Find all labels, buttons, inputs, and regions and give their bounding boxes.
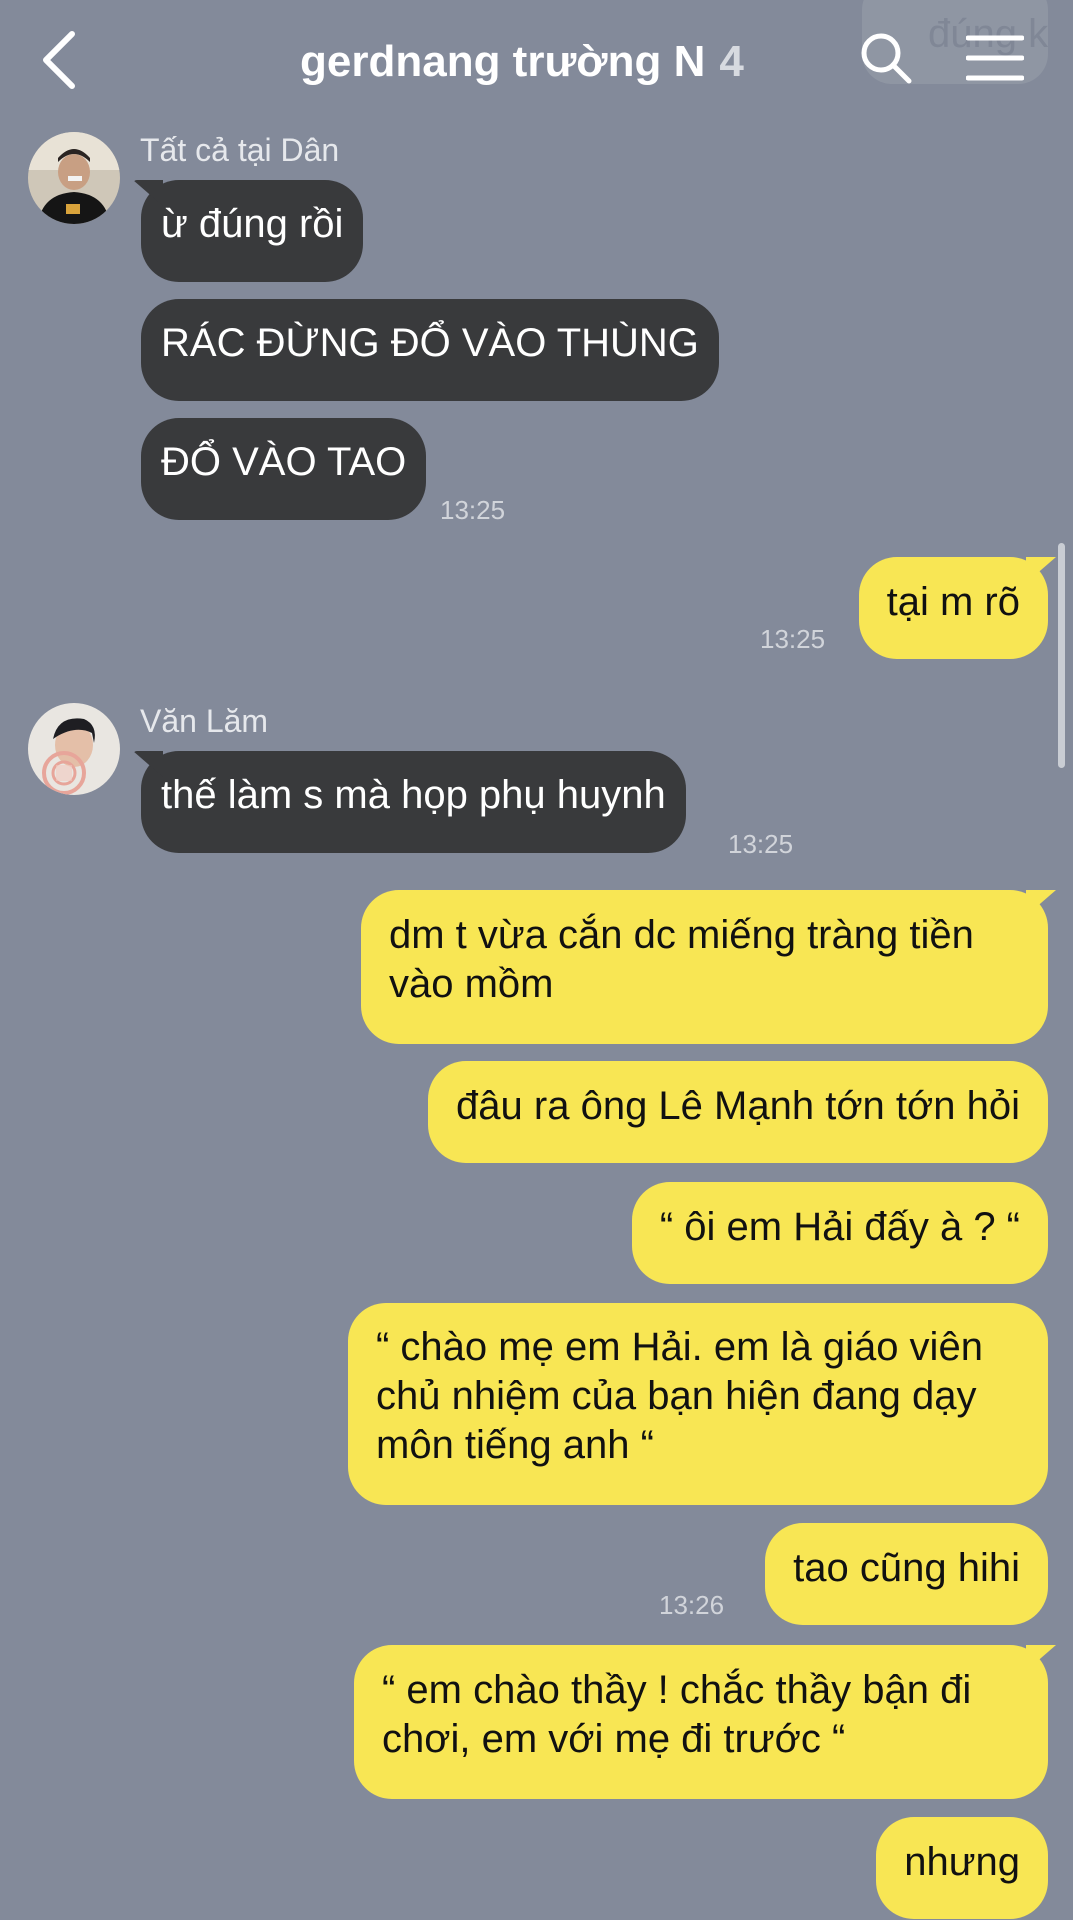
message-line: môn tiếng anh “ bbox=[376, 1423, 654, 1467]
chat-header: gerdnang trường N 4 bbox=[0, 0, 1073, 118]
message-line: dm t vừa cắn dc miếng tràng tiền bbox=[389, 913, 974, 957]
message-bubble-outgoing[interactable]: “ chào mẹ em Hải. em là giáo viên chủ nh… bbox=[348, 1303, 1048, 1505]
message-text: nhưng bbox=[904, 1840, 1020, 1884]
message-text: tao cũng hihi bbox=[793, 1546, 1020, 1590]
message-line: vào mồm bbox=[389, 962, 554, 1006]
chat-name: gerdnang trường N bbox=[300, 37, 706, 86]
message-text: “ ôi em Hải đấy à ? “ bbox=[659, 1205, 1020, 1249]
message-timestamp: 13:25 bbox=[440, 495, 506, 525]
user-photo-icon bbox=[28, 703, 120, 795]
menu-button[interactable] bbox=[965, 34, 1025, 82]
message-bubble-incoming[interactable]: ĐỔ VÀO TAO bbox=[141, 418, 427, 520]
hamburger-menu-icon bbox=[965, 35, 1025, 81]
message-bubble-outgoing[interactable]: tao cũng hihi bbox=[765, 1523, 1048, 1625]
message-line: “ em chào thầy ! chắc thầy bận đi bbox=[382, 1668, 972, 1712]
message-timestamp: 13:25 bbox=[728, 829, 794, 859]
chevron-left-icon bbox=[43, 31, 75, 89]
message-bubble-outgoing[interactable]: dm t vừa cắn dc miếng tràng tiền vào mồm bbox=[361, 890, 1048, 1044]
sender-name: Văn Lăm bbox=[140, 703, 269, 739]
message-timestamp: 13:26 bbox=[659, 1590, 725, 1620]
message-bubble-outgoing[interactable]: đâu ra ông Lê Mạnh tớn tớn hỏi bbox=[428, 1061, 1048, 1163]
message-bubble-incoming[interactable]: ừ đúng rồi bbox=[141, 180, 364, 282]
message-timestamp: 13:25 bbox=[760, 624, 826, 654]
message-text: RÁC ĐỪNG ĐỔ VÀO THÙNG bbox=[161, 321, 699, 365]
message-line: chủ nhiệm của bạn hiện đang dạy bbox=[376, 1374, 977, 1418]
user-photo-icon bbox=[28, 132, 120, 224]
message-text: tại m rõ bbox=[886, 580, 1020, 624]
back-button[interactable] bbox=[38, 28, 82, 92]
message-text: đâu ra ông Lê Mạnh tớn tớn hỏi bbox=[456, 1084, 1020, 1128]
avatar-tat-ca-tai-dan[interactable] bbox=[28, 132, 120, 224]
message-bubble-outgoing[interactable]: “ ôi em Hải đấy à ? “ bbox=[631, 1182, 1048, 1284]
message-bubble-outgoing[interactable]: nhưng bbox=[876, 1817, 1048, 1919]
search-icon bbox=[861, 33, 912, 84]
message-bubble-incoming[interactable]: RÁC ĐỪNG ĐỔ VÀO THÙNG bbox=[141, 299, 719, 401]
scrollbar-thumb[interactable] bbox=[1058, 543, 1065, 768]
message-bubble-incoming[interactable]: thế làm s mà họp phụ huynh bbox=[141, 751, 686, 853]
search-button[interactable] bbox=[858, 30, 914, 86]
message-text: ừ đúng rồi bbox=[161, 202, 344, 246]
member-count: 4 bbox=[719, 37, 744, 86]
message-line: chơi, em với mẹ đi trước “ bbox=[382, 1717, 846, 1761]
message-bubble-outgoing[interactable]: tại m rõ bbox=[858, 557, 1048, 659]
chat-title: gerdnang trường N 4 bbox=[300, 32, 744, 92]
message-bubble-outgoing[interactable]: “ em chào thầy ! chắc thầy bận đi chơi, … bbox=[354, 1645, 1048, 1799]
message-text: thế làm s mà họp phụ huynh bbox=[161, 773, 666, 817]
message-text: ĐỔ VÀO TAO bbox=[161, 440, 407, 484]
message-line: “ chào mẹ em Hải. em là giáo viên bbox=[376, 1325, 983, 1369]
sender-name: Tất cả tại Dân bbox=[140, 132, 340, 168]
avatar-van-lam[interactable] bbox=[28, 703, 120, 795]
chat-screen: đúng k gerdnang trường N 4 Tất cả tại Dâ… bbox=[0, 0, 1073, 1920]
